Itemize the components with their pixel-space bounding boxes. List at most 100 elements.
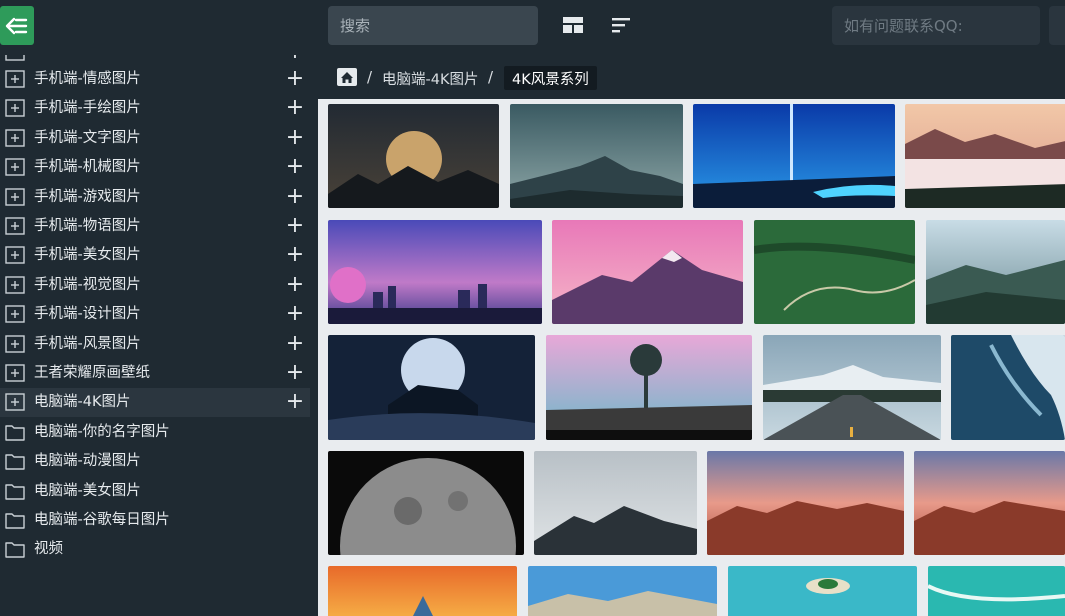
thumbnail-green-terraced-fields[interactable]	[754, 220, 915, 324]
landscape-image	[328, 220, 542, 324]
sidebar-item[interactable]: 手机端-手绘图片 +	[0, 94, 310, 123]
sidebar-item-label: 电脑端-你的名字图片	[34, 423, 170, 440]
search-input[interactable]	[328, 6, 538, 45]
expand-plus-icon[interactable]: +	[285, 273, 305, 296]
image-gallery	[318, 99, 1065, 616]
thumbnail-pink-fantasy-forest[interactable]	[546, 335, 752, 440]
sidebar-item[interactable]: 王者荣耀原画壁纸 +	[0, 359, 310, 388]
breadcrumb-separator: /	[488, 68, 494, 86]
plus-square-icon	[5, 334, 25, 353]
sidebar-item[interactable]: 电脑端-4K图片 +	[0, 388, 310, 418]
expand-plus-icon[interactable]: +	[285, 126, 305, 149]
sidebar-item-label: 手机端-设计图片	[34, 306, 141, 323]
plus-square-icon	[5, 129, 25, 147]
landscape-image	[914, 451, 1065, 555]
expand-plus-icon[interactable]: +	[285, 391, 305, 413]
folder-icon	[5, 425, 25, 441]
collapse-sidebar-button[interactable]	[0, 6, 34, 45]
expand-plus-icon[interactable]: +	[285, 303, 305, 325]
plus-square-icon	[5, 305, 25, 323]
expand-plus-icon[interactable]: +	[285, 244, 305, 266]
thumbnail-sunset-cloud-sea[interactable]	[905, 104, 1065, 208]
sidebar-item[interactable]: 电脑端-你的名字图片	[0, 418, 310, 447]
sidebar-item[interactable]: 手机端-风景图片 +	[0, 330, 310, 359]
sidebar-item[interactable]: 手机端-设计图片 +	[0, 300, 310, 329]
expand-plus-icon[interactable]: +	[285, 332, 305, 355]
landscape-image	[328, 104, 499, 208]
plus-square-icon	[5, 55, 25, 61]
breadcrumb-parent-link[interactable]: 电脑端-4K图片	[382, 68, 478, 89]
thumbnail-turquoise-beach-waves[interactable]	[928, 566, 1065, 616]
thumbnail-half-moon-closeup[interactable]	[328, 451, 524, 555]
sort-button[interactable]	[608, 14, 634, 36]
plus-square-icon	[5, 276, 25, 294]
sidebar-item[interactable]: 手机端-物语图片 +	[0, 212, 310, 241]
landscape-image	[951, 335, 1065, 440]
landscape-image	[693, 104, 895, 208]
sidebar-item[interactable]: 手机端-情感图片 +	[0, 65, 310, 94]
sidebar-item[interactable]: 手机端-游戏图片 +	[0, 183, 310, 212]
sidebar-item-label: 手机端-游戏图片	[34, 188, 141, 205]
thumbnail-red-rock-mountains-sunset[interactable]	[707, 451, 904, 555]
grid-layout-icon	[563, 17, 583, 33]
plus-square-icon	[5, 246, 25, 265]
expand-plus-icon[interactable]: +	[285, 55, 305, 63]
landscape-image	[528, 566, 717, 616]
thumbnail-blue-light-beam-lake[interactable]	[693, 104, 895, 208]
sidebar-item-label: 手机端-物语图片	[34, 218, 141, 234]
sidebar-item-label: 手机端-文字图片	[34, 129, 141, 146]
landscape-image	[707, 451, 904, 555]
sidebar-item[interactable]: 手机端-机械图片 +	[0, 153, 310, 182]
contact-qq-input[interactable]	[832, 6, 1040, 45]
thumbnail-orange-sunset-sky[interactable]	[328, 566, 517, 616]
sidebar-item[interactable]: 视频	[0, 535, 310, 564]
expand-plus-icon[interactable]: +	[285, 156, 305, 178]
expand-plus-icon[interactable]: +	[285, 68, 305, 90]
thumbnail-mountain-range-blue-sky[interactable]	[528, 566, 717, 616]
sidebar: + 手机端-情感图片+手机端-手绘图片+手机端-文字图片+手机端-机械图片+手机…	[0, 55, 318, 616]
thumbnail-ocean-waves-aerial[interactable]	[951, 335, 1065, 440]
landscape-image	[926, 220, 1065, 324]
landscape-image	[328, 335, 535, 440]
layout-view-button[interactable]	[560, 14, 586, 36]
landscape-image	[928, 566, 1065, 616]
sidebar-item[interactable]: 电脑端-谷歌每日图片	[0, 506, 310, 535]
sidebar-item-label: 视频	[34, 541, 63, 558]
thumbnail-moon-over-mountains[interactable]	[328, 104, 499, 208]
thumbnail-mountain-highway[interactable]	[763, 335, 941, 440]
sidebar-item[interactable]: 电脑端-动漫图片	[0, 447, 310, 476]
plus-square-icon	[5, 393, 25, 412]
expand-plus-icon[interactable]: +	[285, 185, 305, 208]
sidebar-item-label: 手机端-机械图片	[34, 159, 141, 176]
thumbnail-misty-mountain-peak[interactable]	[510, 104, 683, 208]
thumbnail-misty-valley-sunrays[interactable]	[926, 220, 1065, 324]
sidebar-item[interactable]: 手机端-美女图片 +	[0, 241, 310, 270]
thumbnail-red-rock-mountains-sunset-2[interactable]	[914, 451, 1065, 555]
landscape-image	[328, 566, 517, 616]
thumbnail-snow-mountain-clouds[interactable]	[534, 451, 697, 555]
sidebar-item[interactable]: 手机端-文字图片 +	[0, 124, 310, 153]
landscape-image	[728, 566, 917, 616]
plus-square-icon	[5, 364, 25, 382]
sidebar-item-label: 手机端-手绘图片	[34, 100, 141, 117]
expand-plus-icon[interactable]: +	[285, 97, 305, 119]
sidebar-item[interactable]: 电脑端-美女图片	[0, 477, 310, 506]
sidebar-item-label: 王者荣耀原画壁纸	[34, 365, 150, 381]
thumbnail-tropical-island-aerial[interactable]	[728, 566, 917, 616]
home-icon[interactable]	[336, 67, 358, 87]
expand-plus-icon[interactable]: +	[285, 362, 305, 384]
folder-icon	[5, 542, 25, 559]
sidebar-item-label: 电脑端-美女图片	[34, 482, 141, 499]
sidebar-item-label: 电脑端-4K图片	[34, 394, 131, 411]
topbar-extra-control[interactable]	[1049, 6, 1065, 45]
sidebar-item[interactable]: 手机端-视觉图片 +	[0, 271, 310, 300]
landscape-image	[754, 220, 915, 324]
thumbnail-pink-snowy-mountain[interactable]	[552, 220, 743, 324]
thumbnail-giant-moon-cliff[interactable]	[328, 335, 535, 440]
expand-plus-icon[interactable]: +	[285, 215, 305, 237]
thumbnail-anime-city-night-sky[interactable]	[328, 220, 542, 324]
folder-icon	[5, 454, 25, 470]
landscape-image	[905, 104, 1065, 208]
sidebar-item-label: 电脑端-动漫图片	[34, 453, 141, 470]
plus-square-icon	[5, 70, 25, 88]
